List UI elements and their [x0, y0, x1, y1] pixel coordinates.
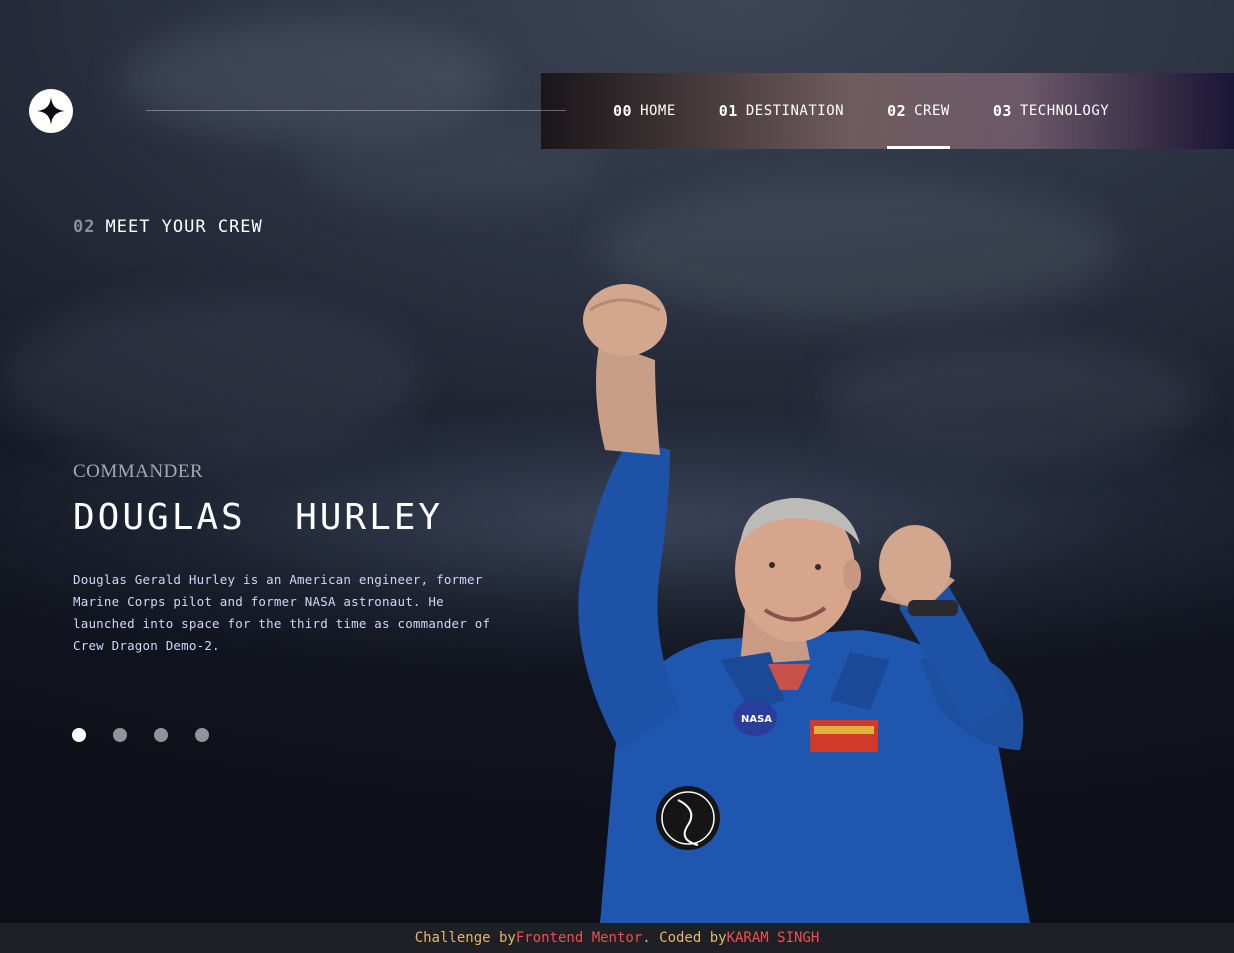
crew-bio: Douglas Gerald Hurley is an American eng…	[73, 572, 491, 653]
nav-item-label: CREW	[914, 103, 950, 119]
nav-item-crew[interactable]: 02 CREW	[887, 73, 950, 149]
page-heading-number: 02	[73, 217, 96, 237]
author-link[interactable]: KARAM SINGH	[727, 930, 820, 946]
nav-item-label: HOME	[640, 103, 676, 119]
page-heading: 02 MEET YOUR CREW	[73, 217, 263, 237]
nav-item-destination[interactable]: 01 DESTINATION	[719, 73, 844, 149]
nav-item-number: 02	[887, 102, 907, 120]
logo[interactable]	[29, 89, 73, 133]
slider-dot-4[interactable]	[195, 728, 209, 742]
slider-dot-2[interactable]	[113, 728, 127, 742]
nav-item-home[interactable]: 00 HOME	[613, 73, 676, 149]
nav-item-technology[interactable]: 03 TECHNOLOGY	[993, 73, 1109, 149]
slider-dot-1[interactable]	[72, 728, 86, 742]
page-heading-title: MEET YOUR CREW	[105, 217, 263, 237]
nav-item-number: 03	[992, 102, 1012, 120]
nav-item-number: 01	[718, 102, 738, 120]
crew-slider-dots	[72, 728, 209, 742]
svg-text:NASA: NASA	[741, 714, 772, 725]
nav-item-label: DESTINATION	[745, 103, 845, 119]
footer-middle: . Coded by	[642, 930, 727, 946]
challenge-link[interactable]: Frontend Mentor	[516, 930, 642, 946]
nav-item-label: TECHNOLOGY	[1019, 103, 1110, 119]
main-navigation: 00 HOME 01 DESTINATION 02 CREW 03 TECHNO…	[541, 73, 1234, 149]
star-logo-icon	[37, 97, 65, 125]
attribution-footer: Challenge by Frontend Mentor. Coded by K…	[0, 923, 1234, 953]
crew-name: DOUGLAS HURLEY	[73, 497, 444, 538]
crew-member-image: NASA	[578, 284, 1030, 923]
crew-role: COMMANDER	[73, 461, 204, 482]
slider-dot-3[interactable]	[154, 728, 168, 742]
nav-item-number: 00	[613, 102, 633, 120]
footer-prefix: Challenge by	[414, 930, 516, 946]
header-divider-line	[146, 110, 566, 111]
